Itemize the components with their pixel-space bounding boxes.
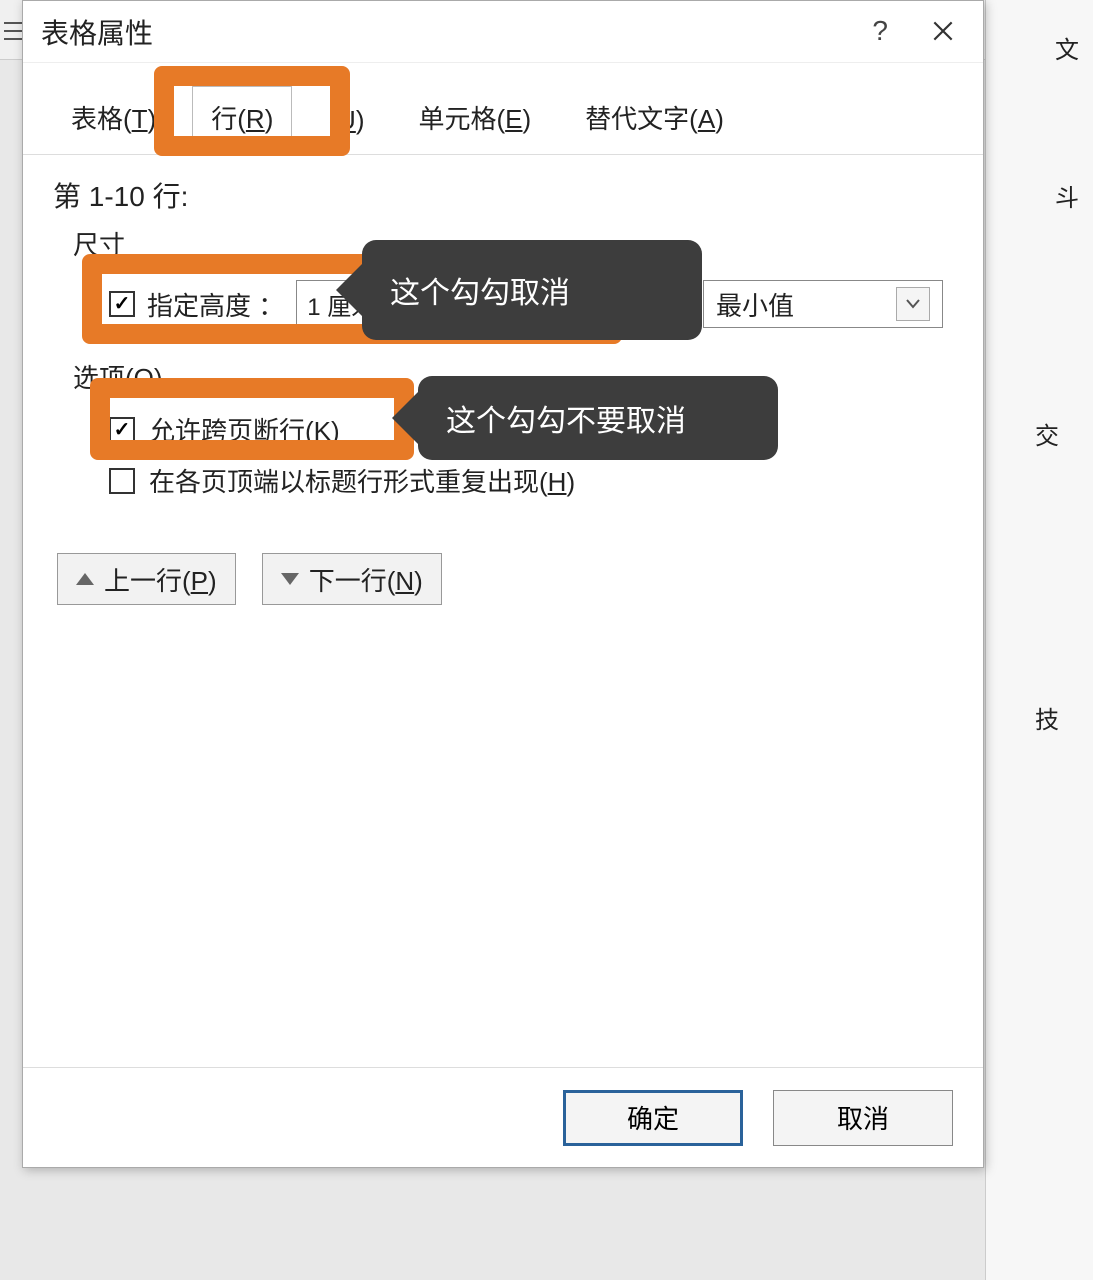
dialog-title: 表格属性 <box>41 12 153 52</box>
bg-text-fragment: 文 <box>1055 30 1079 65</box>
specify-height-label: 指定高度 ： <box>147 286 284 323</box>
help-button[interactable]: ? <box>872 15 888 47</box>
size-section-label: 尺寸 <box>73 225 953 262</box>
close-button[interactable] <box>923 11 963 51</box>
repeat-header-checkbox[interactable] <box>109 468 135 494</box>
height-is-select[interactable]: 最小值 <box>703 280 943 328</box>
table-properties-dialog: 表格属性 ? 表格(T) 行(R) (U) 单元格(E) 替代文字(A) 第 1… <box>22 0 984 1168</box>
tab-table[interactable]: 表格(T) <box>53 87 174 154</box>
allow-break-checkbox[interactable] <box>109 417 135 443</box>
bg-text-fragment: 技 <box>1035 700 1059 735</box>
chevron-down-icon <box>896 287 930 321</box>
tab-column[interactable]: (U) <box>310 93 382 154</box>
close-icon <box>930 18 956 44</box>
row-nav-buttons: 上一行(P) 下一行(N) <box>57 553 953 605</box>
options-group: 允许跨页断行(K) 在各页顶端以标题行形式重复出现(H) <box>109 411 953 499</box>
height-is-label: ): <box>568 289 584 320</box>
tab-strip: 表格(T) 行(R) (U) 单元格(E) 替代文字(A) <box>23 63 983 155</box>
specify-height-row: 指定高度 ： 1 厘米 ): 最小值 <box>109 280 953 328</box>
height-is-value: 最小值 <box>716 286 794 323</box>
previous-row-button[interactable]: 上一行(P) <box>57 553 236 605</box>
tab-cell[interactable]: 单元格(E) <box>400 87 549 154</box>
dialog-content: 第 1-10 行: 尺寸 指定高度 ： 1 厘米 ): 最小值 选项(O) 允许… <box>23 155 983 1067</box>
ok-button[interactable]: 确定 <box>563 1090 743 1146</box>
specify-height-checkbox[interactable] <box>109 291 135 317</box>
tab-label: (U) <box>328 105 364 135</box>
tab-row[interactable]: 行(R) <box>192 86 292 155</box>
bg-text-fragment: 斗 <box>1055 178 1079 213</box>
triangle-down-icon <box>281 573 299 585</box>
button-label: 上一行(P) <box>104 561 217 598</box>
repeat-header-row: 在各页顶端以标题行形式重复出现(H) <box>109 462 953 499</box>
button-label: 下一行(N) <box>309 561 423 598</box>
tab-label: 表格(T) <box>71 104 156 134</box>
tab-label: 单元格(E) <box>418 104 531 134</box>
background-right-panel: 文 斗 交 技 <box>985 0 1093 1280</box>
tab-label: 替代文字(A) <box>585 104 724 134</box>
dialog-footer: 确定 取消 <box>23 1067 983 1167</box>
options-section-label: 选项(O) <box>73 358 953 395</box>
allow-break-row: 允许跨页断行(K) <box>109 411 953 448</box>
bg-text-fragment: 交 <box>1035 416 1059 451</box>
allow-break-label: 允许跨页断行(K) <box>149 411 340 448</box>
dialog-titlebar: 表格属性 ? <box>23 1 983 63</box>
triangle-up-icon <box>76 573 94 585</box>
rows-range-label: 第 1-10 行: <box>53 175 953 215</box>
repeat-header-label: 在各页顶端以标题行形式重复出现(H) <box>149 462 575 499</box>
tab-alt-text[interactable]: 替代文字(A) <box>567 87 742 154</box>
next-row-button[interactable]: 下一行(N) <box>262 553 442 605</box>
tab-label: 行(R) <box>211 104 273 134</box>
cancel-button[interactable]: 取消 <box>773 1090 953 1146</box>
height-value-input[interactable]: 1 厘米 <box>296 280 436 328</box>
